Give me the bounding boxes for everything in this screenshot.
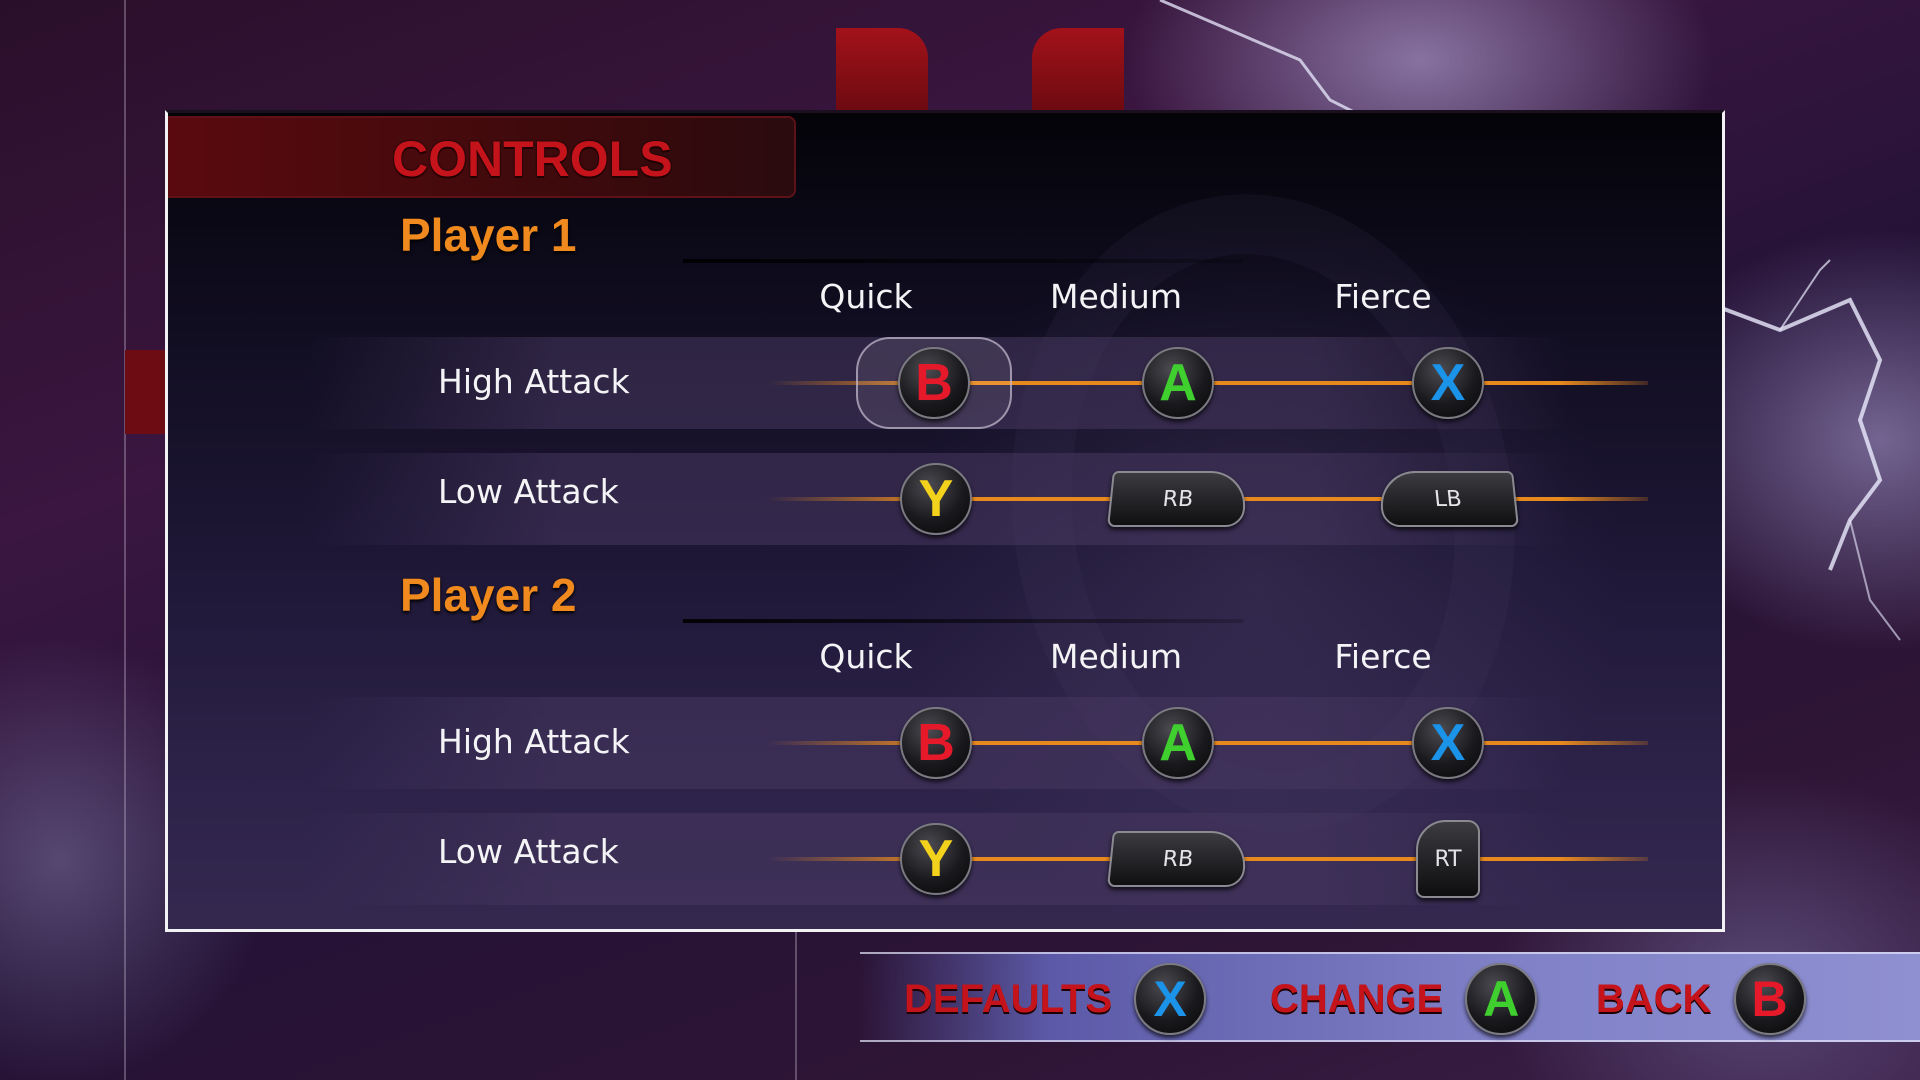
p1-high-medium-slot[interactable]: A [1098, 337, 1258, 429]
frame-line-left [124, 0, 126, 1080]
p2-high-fierce-slot[interactable]: X [1368, 697, 1528, 789]
red-banner-right [1032, 28, 1124, 114]
rb-bumper-icon: RB [1107, 471, 1249, 527]
y-button-icon: Y [900, 823, 972, 895]
player-2-title: Player 2 [400, 569, 577, 621]
column-header-fierce: Fierce [1334, 277, 1432, 316]
p2-low-attack-label: Low Attack [438, 832, 619, 871]
p1-low-fierce-slot[interactable]: LB [1368, 453, 1528, 545]
back-action[interactable]: BACK B [1596, 954, 1806, 1044]
y-button-icon: Y [900, 463, 972, 535]
p1-low-quick-slot[interactable]: Y [856, 453, 1016, 545]
p2-high-attack-label: High Attack [438, 722, 630, 761]
p2-low-medium-slot[interactable]: RB [1098, 813, 1258, 905]
p1-low-medium-slot[interactable]: RB [1098, 453, 1258, 545]
p2-high-quick-slot[interactable]: B [856, 697, 1016, 789]
page-title: CONTROLS [392, 131, 673, 187]
defaults-action[interactable]: DEFAULTS X [904, 954, 1207, 1044]
column-header-fierce: Fierce [1334, 637, 1432, 676]
column-header-medium: Medium [1050, 637, 1182, 676]
change-label: CHANGE [1270, 976, 1444, 1021]
rb-bumper-icon: RB [1107, 831, 1249, 887]
p2-low-fierce-slot[interactable]: RT [1368, 813, 1528, 905]
action-bar: DEFAULTS X CHANGE A BACK B [860, 952, 1920, 1042]
red-banner-left [836, 28, 928, 114]
x-button-icon: X [1412, 707, 1484, 779]
controls-panel: CONTROLS Player 1 Quick Medium Fierce Hi… [165, 110, 1725, 932]
change-action[interactable]: CHANGE A [1270, 954, 1538, 1044]
title-bar: CONTROLS [168, 116, 796, 198]
a-button-icon: A [1465, 963, 1538, 1035]
side-tab [125, 350, 165, 434]
b-button-icon: B [898, 347, 970, 419]
player-2-divider [683, 619, 1243, 623]
back-label: BACK [1596, 976, 1712, 1021]
player-1-title: Player 1 [400, 209, 577, 261]
frame-line-bottom [795, 932, 797, 1080]
x-button-icon: X [1134, 963, 1207, 1035]
b-button-icon: B [1733, 963, 1806, 1035]
p1-low-attack-label: Low Attack [438, 472, 619, 511]
x-button-icon: X [1412, 347, 1484, 419]
lb-bumper-icon: LB [1377, 471, 1519, 527]
a-button-icon: A [1142, 347, 1214, 419]
a-button-icon: A [1142, 707, 1214, 779]
p1-high-fierce-slot[interactable]: X [1368, 337, 1528, 429]
rt-trigger-icon: RT [1416, 820, 1480, 898]
p2-low-quick-slot[interactable]: Y [856, 813, 1016, 905]
p1-high-quick-slot[interactable]: B [856, 337, 1012, 429]
player-1-divider [683, 259, 1243, 263]
p1-high-attack-label: High Attack [438, 362, 630, 401]
column-header-medium: Medium [1050, 277, 1182, 316]
defaults-label: DEFAULTS [904, 976, 1113, 1021]
p2-high-medium-slot[interactable]: A [1098, 697, 1258, 789]
column-header-quick: Quick [819, 277, 913, 316]
column-header-quick: Quick [819, 637, 913, 676]
b-button-icon: B [900, 707, 972, 779]
